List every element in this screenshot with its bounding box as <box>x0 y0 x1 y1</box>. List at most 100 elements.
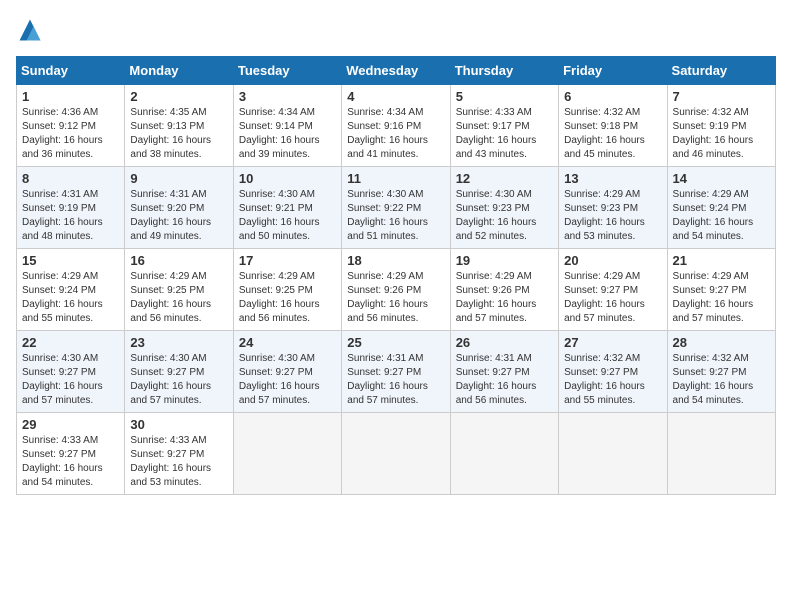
calendar-cell <box>559 413 667 495</box>
calendar-cell: 20 Sunrise: 4:29 AM Sunset: 9:27 PM Dayli… <box>559 249 667 331</box>
day-info: Sunrise: 4:29 AM Sunset: 9:24 PM Dayligh… <box>673 188 770 244</box>
day-info: Sunrise: 4:32 AM Sunset: 9:27 PM Dayligh… <box>673 352 770 408</box>
header-sunday: Sunday <box>17 57 125 85</box>
calendar-cell: 12 Sunrise: 4:30 AM Sunset: 9:23 PM Dayli… <box>450 167 558 249</box>
day-number: 14 <box>673 171 770 186</box>
calendar-table: SundayMondayTuesdayWednesdayThursdayFrid… <box>16 56 776 495</box>
day-info: Sunrise: 4:29 AM Sunset: 9:24 PM Dayligh… <box>22 270 119 326</box>
calendar-cell: 2Sunrise: 4:35 AM Sunset: 9:13 PM Daylig… <box>125 85 233 167</box>
day-number: 1 <box>22 89 119 104</box>
day-info: Sunrise: 4:30 AM Sunset: 9:23 PM Dayligh… <box>456 188 553 244</box>
calendar-cell: 25 Sunrise: 4:31 AM Sunset: 9:27 PM Dayli… <box>342 331 450 413</box>
day-info: Sunrise: 4:29 AM Sunset: 9:27 PM Dayligh… <box>673 270 770 326</box>
calendar-cell: 14 Sunrise: 4:29 AM Sunset: 9:24 PM Dayli… <box>667 167 775 249</box>
day-info: Sunrise: 4:31 AM Sunset: 9:19 PM Dayligh… <box>22 188 119 244</box>
day-number: 21 <box>673 253 770 268</box>
calendar-week-5: 29 Sunrise: 4:33 AM Sunset: 9:27 PM Dayli… <box>17 413 776 495</box>
calendar-week-1: 1 Sunrise: 4:36 AM Sunset: 9:12 PM Daylig… <box>17 85 776 167</box>
calendar-cell: 4 Sunrise: 4:34 AM Sunset: 9:16 PM Daylig… <box>342 85 450 167</box>
calendar-cell: 1 Sunrise: 4:36 AM Sunset: 9:12 PM Daylig… <box>17 85 125 167</box>
calendar-cell: 26 Sunrise: 4:31 AM Sunset: 9:27 PM Dayli… <box>450 331 558 413</box>
day-info: Sunrise: 4:31 AM Sunset: 9:27 PM Dayligh… <box>456 352 553 408</box>
calendar-cell: 16 Sunrise: 4:29 AM Sunset: 9:25 PM Dayli… <box>125 249 233 331</box>
calendar-cell: 13 Sunrise: 4:29 AM Sunset: 9:23 PM Dayli… <box>559 167 667 249</box>
page-header <box>16 16 776 44</box>
day-info: Sunrise: 4:36 AM Sunset: 9:12 PM Dayligh… <box>22 106 119 162</box>
calendar-cell: 7 Sunrise: 4:32 AM Sunset: 9:19 PM Daylig… <box>667 85 775 167</box>
day-info: Sunrise: 4:32 AM Sunset: 9:18 PM Dayligh… <box>564 106 661 162</box>
day-info: Sunrise: 4:29 AM Sunset: 9:27 PM Dayligh… <box>564 270 661 326</box>
day-number: 29 <box>22 417 119 432</box>
day-info: Sunrise: 4:32 AM Sunset: 9:19 PM Dayligh… <box>673 106 770 162</box>
day-info: Sunrise: 4:30 AM Sunset: 9:22 PM Dayligh… <box>347 188 444 244</box>
day-info: Sunrise: 4:30 AM Sunset: 9:27 PM Dayligh… <box>239 352 336 408</box>
header-thursday: Thursday <box>450 57 558 85</box>
calendar-cell: 11 Sunrise: 4:30 AM Sunset: 9:22 PM Dayli… <box>342 167 450 249</box>
day-number: 4 <box>347 89 444 104</box>
day-number: 30 <box>130 417 227 432</box>
calendar-cell: 19Sunrise: 4:29 AM Sunset: 9:26 PM Dayli… <box>450 249 558 331</box>
day-number: 20 <box>564 253 661 268</box>
day-number: 28 <box>673 335 770 350</box>
calendar-cell: 22 Sunrise: 4:30 AM Sunset: 9:27 PM Dayli… <box>17 331 125 413</box>
day-number: 16 <box>130 253 227 268</box>
calendar-cell: 17 Sunrise: 4:29 AM Sunset: 9:25 PM Dayli… <box>233 249 341 331</box>
day-info: Sunrise: 4:30 AM Sunset: 9:21 PM Dayligh… <box>239 188 336 244</box>
calendar-cell: 24 Sunrise: 4:30 AM Sunset: 9:27 PM Dayli… <box>233 331 341 413</box>
day-info: Sunrise: 4:31 AM Sunset: 9:20 PM Dayligh… <box>130 188 227 244</box>
day-number: 9 <box>130 171 227 186</box>
day-number: 13 <box>564 171 661 186</box>
header-monday: Monday <box>125 57 233 85</box>
day-info: Sunrise: 4:34 AM Sunset: 9:14 PM Dayligh… <box>239 106 336 162</box>
day-info: Sunrise: 4:35 AM Sunset: 9:13 PM Dayligh… <box>130 106 227 162</box>
day-number: 19 <box>456 253 553 268</box>
calendar-cell <box>667 413 775 495</box>
calendar-cell: 3 Sunrise: 4:34 AM Sunset: 9:14 PM Daylig… <box>233 85 341 167</box>
calendar-week-2: 8 Sunrise: 4:31 AM Sunset: 9:19 PM Daylig… <box>17 167 776 249</box>
day-number: 22 <box>22 335 119 350</box>
day-number: 7 <box>673 89 770 104</box>
calendar-cell: 5 Sunrise: 4:33 AM Sunset: 9:17 PM Daylig… <box>450 85 558 167</box>
day-info: Sunrise: 4:31 AM Sunset: 9:27 PM Dayligh… <box>347 352 444 408</box>
calendar-header-row: SundayMondayTuesdayWednesdayThursdayFrid… <box>17 57 776 85</box>
day-number: 10 <box>239 171 336 186</box>
calendar-cell: 21 Sunrise: 4:29 AM Sunset: 9:27 PM Dayli… <box>667 249 775 331</box>
day-number: 17 <box>239 253 336 268</box>
day-number: 18 <box>347 253 444 268</box>
calendar-cell: 10 Sunrise: 4:30 AM Sunset: 9:21 PM Dayli… <box>233 167 341 249</box>
day-number: 8 <box>22 171 119 186</box>
day-info: Sunrise: 4:32 AM Sunset: 9:27 PM Dayligh… <box>564 352 661 408</box>
day-info: Sunrise: 4:34 AM Sunset: 9:16 PM Dayligh… <box>347 106 444 162</box>
calendar-cell: 23Sunrise: 4:30 AM Sunset: 9:27 PM Dayli… <box>125 331 233 413</box>
calendar-week-3: 15 Sunrise: 4:29 AM Sunset: 9:24 PM Dayli… <box>17 249 776 331</box>
day-info: Sunrise: 4:30 AM Sunset: 9:27 PM Dayligh… <box>130 352 227 408</box>
day-number: 5 <box>456 89 553 104</box>
calendar-cell: 29 Sunrise: 4:33 AM Sunset: 9:27 PM Dayli… <box>17 413 125 495</box>
day-number: 24 <box>239 335 336 350</box>
day-number: 6 <box>564 89 661 104</box>
header-tuesday: Tuesday <box>233 57 341 85</box>
day-info: Sunrise: 4:30 AM Sunset: 9:27 PM Dayligh… <box>22 352 119 408</box>
header-saturday: Saturday <box>667 57 775 85</box>
day-number: 3 <box>239 89 336 104</box>
calendar-cell: 9 Sunrise: 4:31 AM Sunset: 9:20 PM Daylig… <box>125 167 233 249</box>
day-number: 15 <box>22 253 119 268</box>
header-wednesday: Wednesday <box>342 57 450 85</box>
calendar-cell: 15 Sunrise: 4:29 AM Sunset: 9:24 PM Dayli… <box>17 249 125 331</box>
day-info: Sunrise: 4:33 AM Sunset: 9:17 PM Dayligh… <box>456 106 553 162</box>
day-info: Sunrise: 4:29 AM Sunset: 9:26 PM Dayligh… <box>347 270 444 326</box>
calendar-cell: 27Sunrise: 4:32 AM Sunset: 9:27 PM Dayli… <box>559 331 667 413</box>
day-number: 25 <box>347 335 444 350</box>
calendar-cell <box>450 413 558 495</box>
day-info: Sunrise: 4:29 AM Sunset: 9:25 PM Dayligh… <box>239 270 336 326</box>
day-number: 12 <box>456 171 553 186</box>
day-number: 11 <box>347 171 444 186</box>
day-number: 26 <box>456 335 553 350</box>
day-info: Sunrise: 4:33 AM Sunset: 9:27 PM Dayligh… <box>130 434 227 490</box>
calendar-cell: 18 Sunrise: 4:29 AM Sunset: 9:26 PM Dayli… <box>342 249 450 331</box>
calendar-cell <box>233 413 341 495</box>
day-info: Sunrise: 4:33 AM Sunset: 9:27 PM Dayligh… <box>22 434 119 490</box>
calendar-cell: 6 Sunrise: 4:32 AM Sunset: 9:18 PM Daylig… <box>559 85 667 167</box>
day-info: Sunrise: 4:29 AM Sunset: 9:25 PM Dayligh… <box>130 270 227 326</box>
day-info: Sunrise: 4:29 AM Sunset: 9:23 PM Dayligh… <box>564 188 661 244</box>
